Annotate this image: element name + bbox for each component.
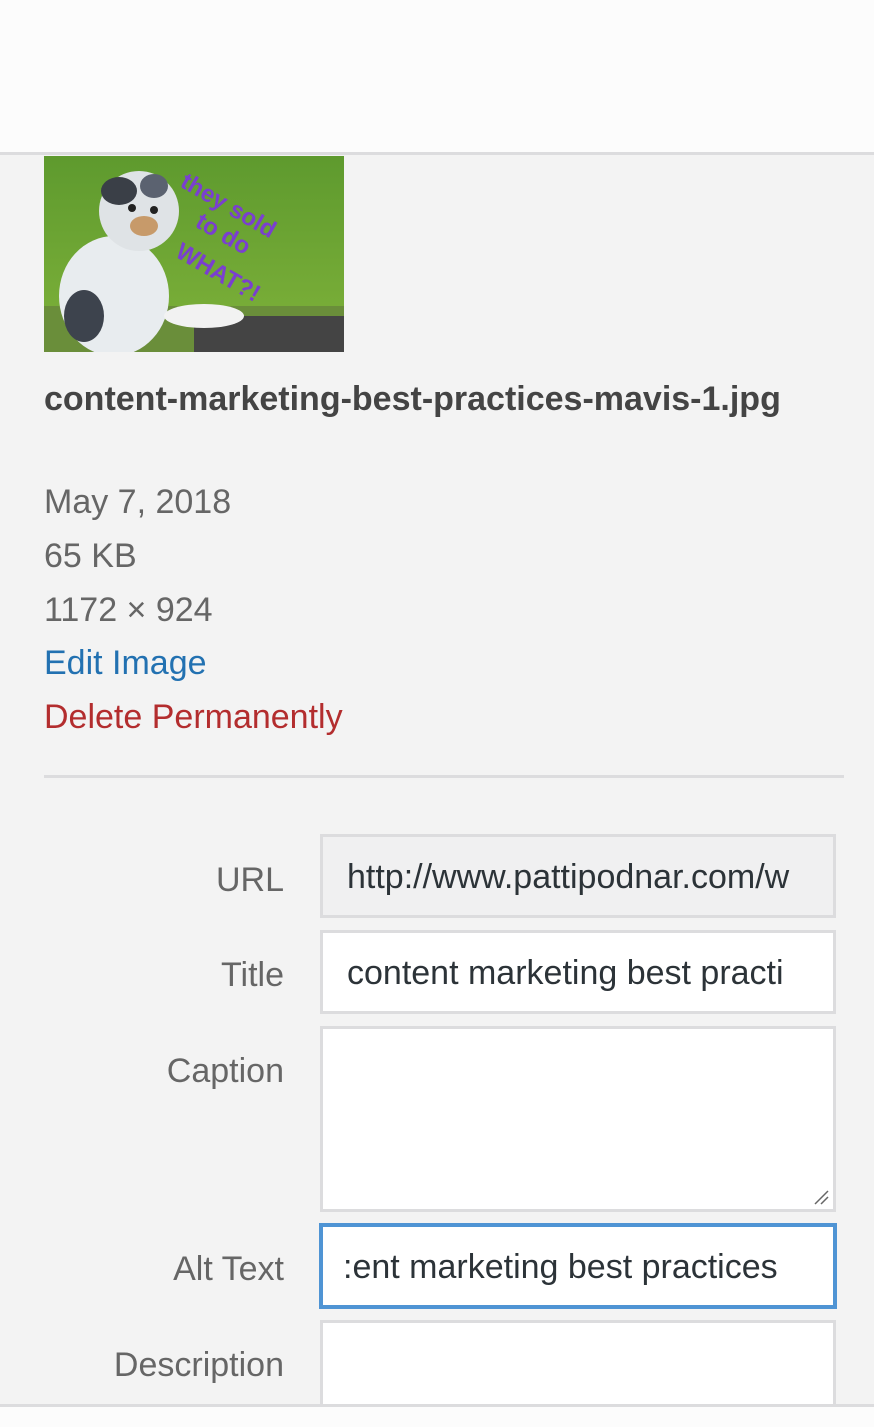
title-field[interactable]: content marketing best practi	[320, 930, 836, 1014]
description-label: Description	[113, 1346, 284, 1384]
url-label: URL	[215, 861, 284, 899]
upload-date: May 7, 2018	[44, 483, 232, 521]
description-textarea[interactable]	[320, 1320, 836, 1410]
alt-text-field[interactable]: :ent marketing best practices	[320, 1224, 836, 1308]
edit-image-link[interactable]: Edit Image	[44, 643, 207, 683]
alt-text-label: Alt Text	[173, 1250, 284, 1288]
title-label: Title	[221, 956, 284, 994]
file-size: 65 KB	[44, 537, 137, 575]
resize-handle-icon[interactable]	[813, 1189, 829, 1205]
caption-textarea[interactable]	[320, 1026, 836, 1212]
url-field[interactable]: http://www.pattipodnar.com/w	[320, 834, 836, 918]
title-value: content marketing best practi	[347, 954, 784, 992]
caption-label: Caption	[166, 1052, 284, 1090]
section-divider	[44, 775, 844, 778]
image-dimensions: 1172 × 924	[44, 591, 213, 629]
top-toolbar	[0, 0, 874, 155]
delete-permanently-link[interactable]: Delete Permanently	[44, 697, 343, 737]
attachment-filename: content-marketing-best-practices-mavis-1…	[44, 380, 781, 418]
alt-text-value: :ent marketing best practices	[343, 1248, 778, 1286]
url-value: http://www.pattipodnar.com/w	[347, 858, 790, 896]
attachment-thumbnail: they sold to do WHAT?!	[44, 156, 344, 352]
